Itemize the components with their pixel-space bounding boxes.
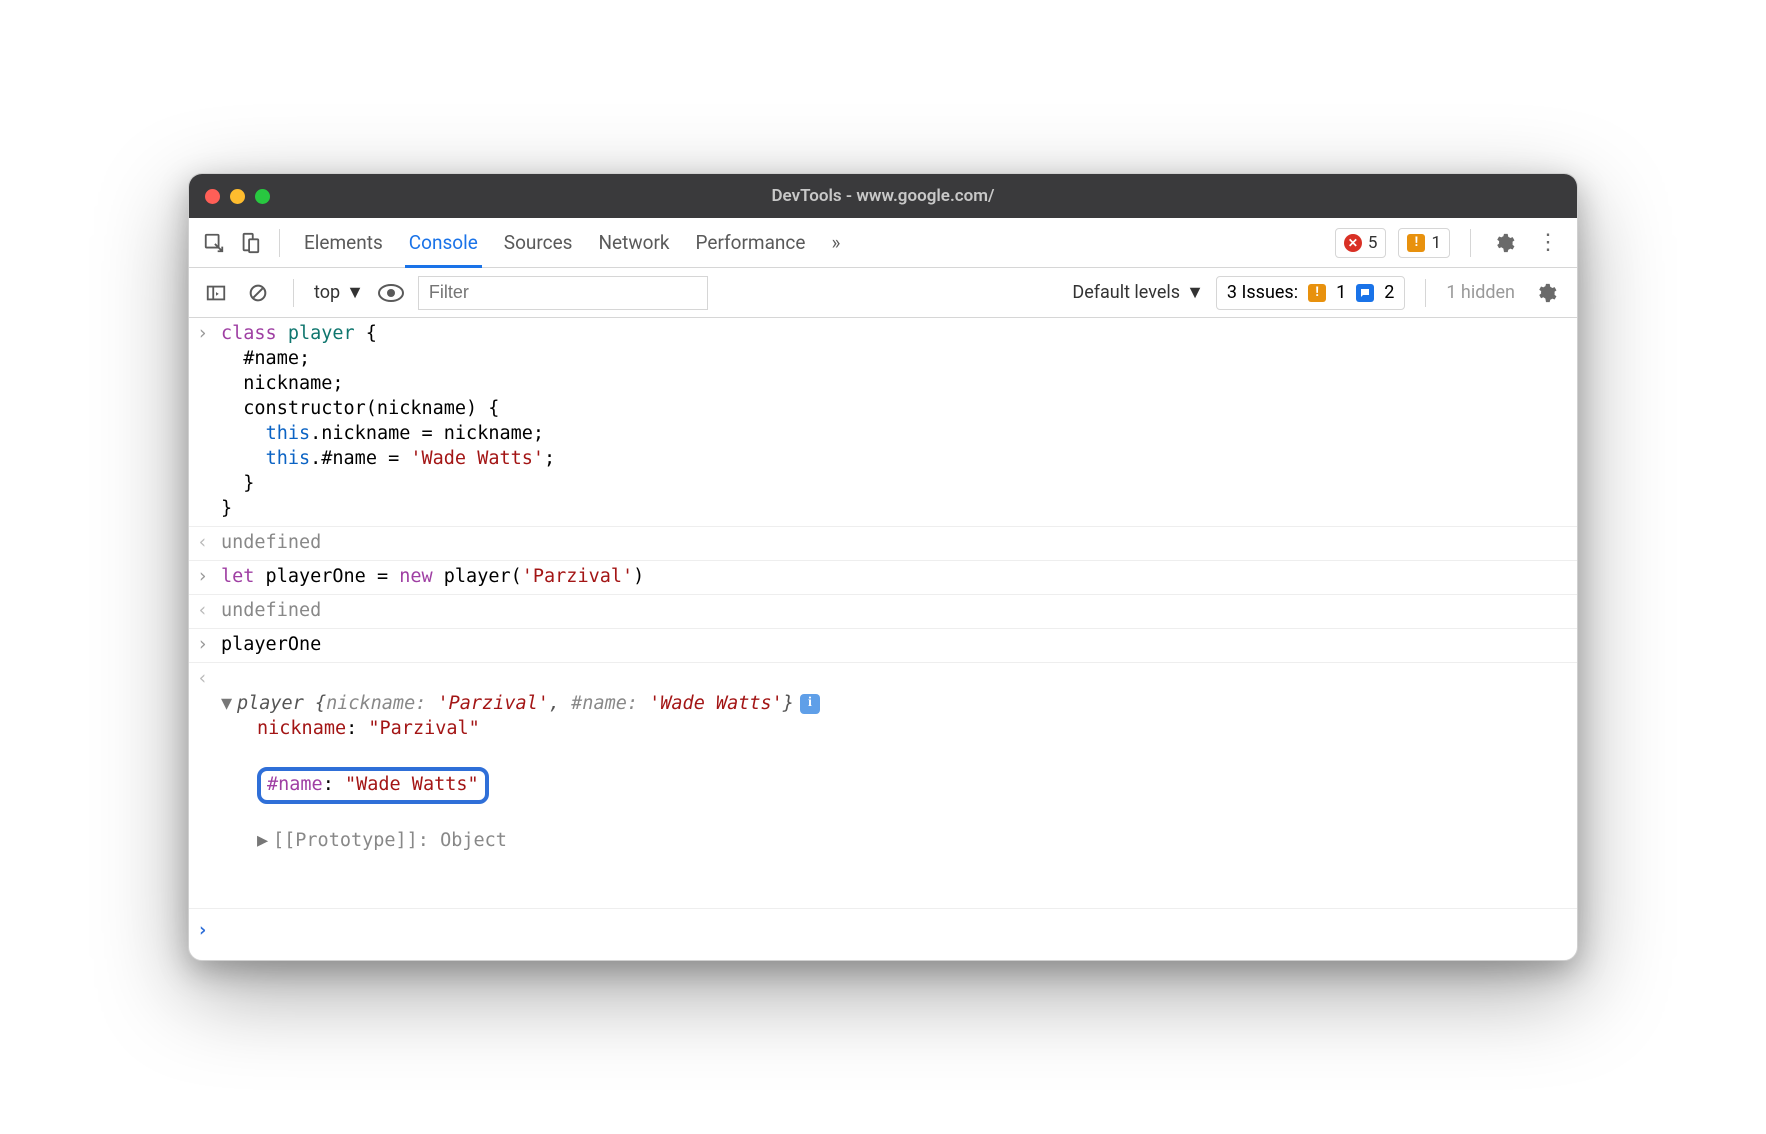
object-prototype[interactable]: ▶[[Prototype]]: Object bbox=[221, 829, 1565, 854]
expand-toggle-icon[interactable]: ▶ bbox=[257, 829, 273, 854]
maximize-window-button[interactable] bbox=[255, 189, 270, 204]
device-toggle-icon[interactable] bbox=[235, 228, 265, 258]
tab-elements[interactable]: Elements bbox=[294, 218, 393, 268]
issues-warn-count: 1 bbox=[1336, 282, 1346, 303]
divider bbox=[1425, 279, 1426, 307]
info-icon[interactable]: i bbox=[800, 694, 820, 714]
code-content: let playerOne = new player('Parzival') bbox=[221, 565, 1565, 590]
warnings-badge[interactable]: ! 1 bbox=[1398, 228, 1450, 258]
errors-badge[interactable]: ✕ 5 bbox=[1335, 228, 1387, 258]
error-icon: ✕ bbox=[1344, 234, 1362, 252]
code-content: class player { #name; nickname; construc… bbox=[221, 322, 1565, 522]
context-label: top bbox=[314, 282, 340, 303]
console-input-row[interactable]: › let playerOne = new player('Parzival') bbox=[189, 561, 1577, 595]
input-arrow-icon: › bbox=[197, 565, 221, 590]
levels-label: Default levels bbox=[1072, 282, 1180, 303]
tab-sources[interactable]: Sources bbox=[494, 218, 583, 268]
more-tabs-button[interactable]: » bbox=[821, 218, 850, 268]
inspect-element-icon[interactable] bbox=[199, 228, 229, 258]
output-value: undefined bbox=[221, 531, 1565, 556]
console-input-row[interactable]: › class player { #name; nickname; constr… bbox=[189, 318, 1577, 527]
input-arrow-icon: › bbox=[197, 633, 221, 658]
console-output-row: ‹ ▼player {nickname: 'Parzival', #name: … bbox=[189, 663, 1577, 908]
divider bbox=[279, 229, 280, 257]
filter-input[interactable] bbox=[418, 276, 708, 310]
console-output-row: ‹ undefined bbox=[189, 527, 1577, 561]
prompt-input[interactable] bbox=[221, 919, 1565, 944]
settings-gear-icon[interactable] bbox=[1485, 232, 1523, 254]
clear-console-icon[interactable] bbox=[243, 278, 273, 308]
console-sidebar-toggle-icon[interactable] bbox=[201, 278, 231, 308]
issues-msg-count: 2 bbox=[1384, 282, 1394, 303]
object-property[interactable]: nickname: "Parzival" bbox=[221, 717, 1565, 742]
warning-icon: ! bbox=[1407, 234, 1425, 252]
chevron-down-icon: ▼ bbox=[346, 282, 364, 303]
object-output[interactable]: ▼player {nickname: 'Parzival', #name: 'W… bbox=[221, 667, 1565, 904]
warning-icon: ! bbox=[1308, 284, 1326, 302]
code-content: playerOne bbox=[221, 633, 1565, 658]
devtools-window: DevTools - www.google.com/ Elements Cons… bbox=[188, 173, 1578, 960]
output-value: undefined bbox=[221, 599, 1565, 624]
live-expression-icon[interactable] bbox=[376, 278, 406, 308]
console-input-row[interactable]: › playerOne bbox=[189, 629, 1577, 663]
output-arrow-icon: ‹ bbox=[197, 531, 221, 556]
log-levels-selector[interactable]: Default levels ▼ bbox=[1072, 282, 1204, 303]
close-window-button[interactable] bbox=[205, 189, 220, 204]
window-title: DevTools - www.google.com/ bbox=[189, 186, 1577, 206]
divider bbox=[293, 279, 294, 307]
hidden-count: 1 hidden bbox=[1446, 282, 1515, 303]
output-arrow-icon: ‹ bbox=[197, 667, 221, 904]
object-property-private[interactable]: #name: "Wade Watts" bbox=[221, 767, 1565, 804]
warning-count: 1 bbox=[1431, 233, 1441, 253]
issues-label: 3 Issues: bbox=[1227, 282, 1298, 303]
issues-badge[interactable]: 3 Issues: ! 1 2 bbox=[1216, 276, 1405, 310]
tab-performance[interactable]: Performance bbox=[686, 218, 816, 268]
titlebar: DevTools - www.google.com/ bbox=[189, 174, 1577, 218]
console-body: › class player { #name; nickname; constr… bbox=[189, 318, 1577, 959]
traffic-lights bbox=[205, 189, 270, 204]
tab-network[interactable]: Network bbox=[588, 218, 679, 268]
console-output-row: ‹ undefined bbox=[189, 595, 1577, 629]
error-count: 5 bbox=[1368, 233, 1378, 253]
kebab-menu-icon[interactable]: ⋮ bbox=[1529, 230, 1567, 255]
minimize-window-button[interactable] bbox=[230, 189, 245, 204]
prompt-arrow-icon: › bbox=[197, 919, 221, 944]
console-toolbar: top ▼ Default levels ▼ 3 Issues: ! 1 2 1… bbox=[189, 268, 1577, 318]
context-selector[interactable]: top ▼ bbox=[314, 282, 364, 303]
input-arrow-icon: › bbox=[197, 322, 221, 522]
chevron-down-icon: ▼ bbox=[1186, 282, 1204, 303]
output-arrow-icon: ‹ bbox=[197, 599, 221, 624]
divider bbox=[1470, 229, 1471, 257]
expand-toggle-icon[interactable]: ▼ bbox=[221, 692, 237, 717]
console-settings-gear-icon[interactable] bbox=[1527, 282, 1565, 304]
main-tabs: Elements Console Sources Network Perform… bbox=[189, 218, 1577, 268]
message-icon bbox=[1356, 284, 1374, 302]
console-prompt[interactable]: › bbox=[189, 908, 1577, 960]
tab-console[interactable]: Console bbox=[399, 218, 488, 268]
